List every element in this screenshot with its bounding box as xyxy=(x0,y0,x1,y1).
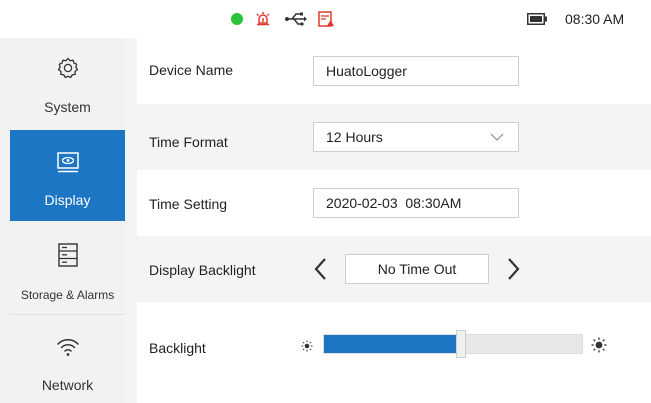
chevron-left-icon[interactable] xyxy=(313,257,327,281)
alarm-icon xyxy=(256,12,270,26)
setting-row-time-setting: Time Setting 2020-02-03 08:30AM xyxy=(137,170,651,236)
sidebar-item-system[interactable]: System xyxy=(10,38,125,130)
sidebar-item-display[interactable]: Display xyxy=(10,130,125,221)
time-setting-input[interactable]: 2020-02-03 08:30AM xyxy=(313,188,519,218)
display-icon xyxy=(10,152,125,174)
battery-icon xyxy=(527,13,547,25)
time-format-select[interactable]: 12 Hours xyxy=(313,122,519,152)
backlight-label: Backlight xyxy=(149,340,206,356)
setting-row-device-name: Device Name HuatoLogger xyxy=(137,38,651,104)
display-backlight-value: No Time Out xyxy=(345,254,489,284)
backlight-slider-fill xyxy=(324,335,461,353)
brightness-low-icon xyxy=(301,340,313,352)
sidebar-item-storage-alarms[interactable]: Storage & Alarms xyxy=(10,221,125,314)
chevron-down-icon xyxy=(490,133,504,141)
usb-icon xyxy=(285,12,307,26)
setting-row-time-format: Time Format 12 Hours xyxy=(137,104,651,170)
brightness-high-icon xyxy=(591,337,607,353)
gear-icon xyxy=(10,56,125,80)
clock-time: 08:30 AM xyxy=(565,11,625,27)
backlight-slider-handle[interactable] xyxy=(456,330,466,358)
device-name-label: Device Name xyxy=(149,62,234,78)
chevron-right-icon[interactable] xyxy=(507,257,521,281)
device-name-input[interactable]: HuatoLogger xyxy=(313,56,519,86)
setting-row-display-backlight: Display Backlight No Time Out xyxy=(137,236,651,302)
backlight-slider[interactable] xyxy=(323,330,583,358)
sidebar-item-label: System xyxy=(44,99,91,115)
sidebar: System Display Storage & Alarms Network xyxy=(0,38,125,403)
storage-icon xyxy=(10,243,125,267)
settings-panel: Device Name HuatoLogger Time Format 12 H… xyxy=(125,38,651,403)
sidebar-item-label: Network xyxy=(41,377,94,393)
time-format-label: Time Format xyxy=(149,134,228,150)
time-setting-label: Time Setting xyxy=(149,196,228,212)
status-bar: 08:30 AM xyxy=(0,0,651,39)
status-dot-icon xyxy=(231,13,243,25)
sidebar-item-network[interactable]: Network xyxy=(10,315,125,403)
time-format-value: 12 Hours xyxy=(326,129,383,145)
display-backlight-label: Display Backlight xyxy=(149,262,256,278)
sidebar-item-label: Display xyxy=(44,192,91,208)
wifi-icon xyxy=(10,337,125,357)
sidebar-item-label: Storage & Alarms xyxy=(20,288,115,302)
storage-warning-icon xyxy=(318,11,334,27)
